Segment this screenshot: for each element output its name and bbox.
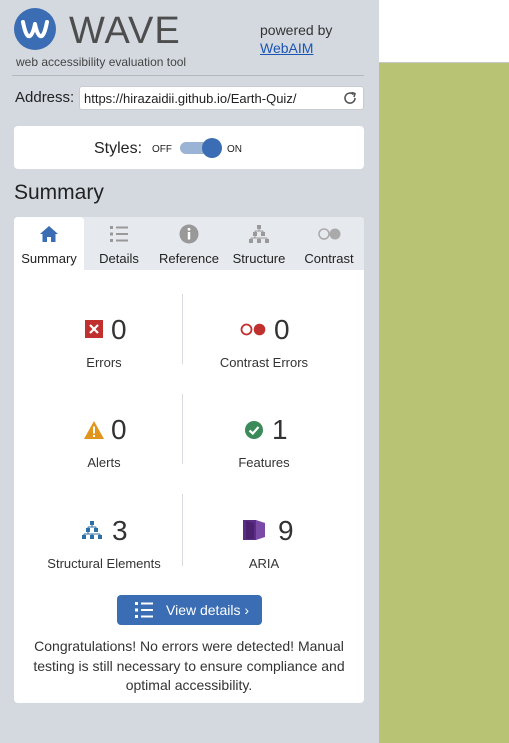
- tab-label: Reference: [159, 251, 219, 266]
- contrast-errors-count: 0: [274, 314, 290, 345]
- address-label: Address:: [15, 89, 75, 106]
- feature-check-icon: [245, 421, 263, 439]
- list-icon: [110, 226, 128, 242]
- refresh-icon[interactable]: [342, 90, 358, 106]
- wave-sidebar: WAVE web accessibility evaluation tool p…: [0, 0, 379, 743]
- tagline: web accessibility evaluation tool: [16, 55, 187, 69]
- errors-label: Errors: [86, 355, 122, 370]
- styles-off-label: OFF: [152, 144, 172, 155]
- aria-label: ARIA: [248, 556, 280, 571]
- webaim-link[interactable]: WebAIM: [260, 40, 313, 56]
- logo-wordmark: WAVE: [69, 10, 181, 52]
- tab-structure[interactable]: Structure: [224, 217, 294, 270]
- structural-count: 3: [112, 515, 128, 546]
- congratulations-message: Congratulations! No errors were detected…: [33, 638, 345, 693]
- header-divider: [12, 75, 364, 76]
- address-input[interactable]: [84, 89, 334, 107]
- info-icon: [179, 224, 199, 244]
- wave-logo-icon: [14, 8, 56, 50]
- contrast-error-icon: [240, 323, 266, 336]
- contrast-errors-label: Contrast Errors: [219, 355, 309, 370]
- tab-bar: Summary Details Reference Structure Cont…: [14, 217, 364, 270]
- stat-contrast-errors[interactable]: 0 Contrast Errors: [184, 314, 344, 370]
- summary-heading: Summary: [14, 181, 104, 204]
- styles-card: Styles: OFF ON: [14, 126, 364, 169]
- tab-summary[interactable]: Summary: [14, 217, 84, 270]
- evaluated-page: [379, 0, 509, 743]
- styles-on-label: ON: [227, 144, 242, 155]
- stat-structural-elements[interactable]: 3 Structural Elements: [24, 515, 184, 571]
- list-icon: [135, 602, 153, 618]
- stat-aria[interactable]: 9 ARIA: [184, 515, 344, 571]
- tab-details[interactable]: Details: [84, 217, 154, 270]
- address-field[interactable]: [79, 86, 364, 110]
- structure-icon: [82, 521, 102, 539]
- tab-label: Contrast: [304, 251, 354, 266]
- stat-errors[interactable]: 0 Errors: [24, 314, 184, 370]
- tab-label: Structure: [232, 251, 286, 266]
- powered-by-text: powered by: [260, 22, 333, 38]
- hierarchy-icon: [249, 225, 269, 243]
- alerts-count: 0: [111, 414, 127, 445]
- tab-reference[interactable]: Reference: [154, 217, 224, 270]
- evaluated-page-topbar: [379, 0, 509, 63]
- aria-icon: [243, 520, 265, 540]
- tab-label: Summary: [21, 251, 77, 266]
- tab-label: Details: [99, 251, 139, 266]
- features-count: 1: [272, 414, 288, 445]
- view-details-label: View details ›: [166, 602, 250, 618]
- alert-icon: [84, 421, 104, 439]
- structural-label: Structural Elements: [47, 556, 161, 571]
- view-details-button[interactable]: View details ›: [117, 595, 262, 625]
- toggle-knob: [202, 138, 222, 158]
- features-label: Features: [238, 455, 290, 470]
- alerts-label: Alerts: [87, 455, 121, 470]
- contrast-icon: [318, 228, 341, 240]
- error-icon: [85, 320, 103, 338]
- stat-features[interactable]: 1 Features: [184, 414, 344, 470]
- aria-count: 9: [278, 515, 294, 546]
- styles-label: Styles:: [94, 140, 143, 157]
- tab-contrast[interactable]: Contrast: [294, 217, 364, 270]
- stat-alerts[interactable]: 0 Alerts: [24, 414, 184, 470]
- home-icon: [40, 226, 58, 242]
- styles-toggle[interactable]: [180, 138, 224, 158]
- errors-count: 0: [111, 314, 127, 345]
